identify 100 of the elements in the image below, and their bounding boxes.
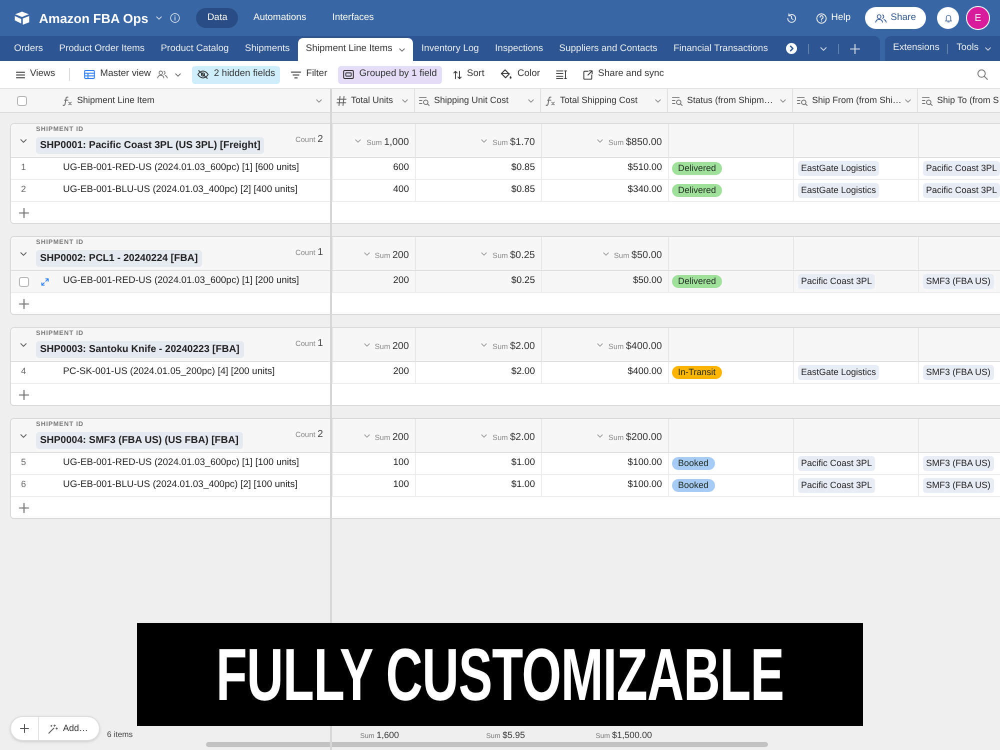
sort-icon bbox=[452, 70, 462, 80]
caret-icon[interactable] bbox=[20, 434, 27, 438]
extensions-button[interactable]: Extensions bbox=[885, 41, 948, 56]
tab[interactable]: Suppliers and Contacts bbox=[551, 38, 666, 61]
history-icon[interactable] bbox=[786, 12, 798, 24]
share-button[interactable]: Share bbox=[864, 7, 926, 29]
linked-record-tag: EastGate Logistics bbox=[798, 183, 880, 198]
color-button[interactable]: Color bbox=[495, 66, 546, 84]
caret-icon[interactable] bbox=[780, 98, 786, 102]
tab[interactable]: Product Catalog bbox=[152, 38, 237, 61]
share-view-button[interactable]: Share and sync bbox=[578, 66, 670, 84]
caret-icon[interactable] bbox=[20, 342, 27, 346]
caret-icon[interactable] bbox=[316, 98, 322, 102]
linked-record-tag: Pacific Coast 3PL bbox=[923, 161, 1000, 176]
tab[interactable]: Financial Transactions bbox=[665, 38, 776, 61]
caret-icon[interactable] bbox=[402, 98, 408, 102]
status-tag: Booked bbox=[672, 457, 715, 470]
caret-icon[interactable] bbox=[20, 252, 27, 256]
search-icon[interactable] bbox=[977, 69, 988, 80]
column-header[interactable]: Ship From (from Shi… bbox=[792, 89, 917, 112]
column-header[interactable]: Shipment Line Item bbox=[62, 89, 331, 112]
tab[interactable]: Inventory Log bbox=[413, 38, 487, 61]
column-header[interactable]: Ship To (from S bbox=[917, 89, 1000, 112]
caret-icon[interactable] bbox=[905, 98, 911, 102]
formula-icon bbox=[545, 96, 556, 106]
help-button[interactable]: Help bbox=[816, 10, 851, 26]
row-checkbox[interactable] bbox=[19, 276, 29, 286]
plus-icon[interactable] bbox=[19, 390, 29, 400]
people-icon bbox=[156, 70, 168, 79]
caret-icon[interactable] bbox=[528, 98, 534, 102]
linked-record-tag: EastGate Logistics bbox=[798, 161, 880, 176]
status-tag: Delivered bbox=[672, 275, 722, 288]
table-cell-text: $100.00 bbox=[628, 456, 662, 470]
lookup-icon bbox=[797, 96, 808, 106]
table-cell-text: UG-EB-001-BLU-US (2024.01.03_400pc) [2] [400 units] bbox=[62, 183, 298, 198]
banner-text: FULLY CUSTOMIZABLE bbox=[216, 638, 784, 712]
status-tag: In-Transit bbox=[672, 366, 722, 379]
bell-icon bbox=[944, 13, 952, 23]
table-cell-text: $400.00 bbox=[628, 365, 662, 380]
plus-icon[interactable] bbox=[19, 502, 29, 512]
table-cell-text: UG-EB-001-RED-US (2024.01.03_600pc) [1] [600 units] bbox=[62, 161, 300, 176]
table-cell-text: UG-EB-001-RED-US (2024.01.03_600pc) [1] [200 units] bbox=[62, 274, 300, 288]
table-cell-text: 100 bbox=[393, 456, 409, 470]
table-cell-text: PC-SK-001-US (2024.01.05_200pc) [4] [200 units] bbox=[62, 365, 275, 380]
row-number: 5 bbox=[21, 457, 26, 468]
tools-button[interactable]: Tools bbox=[948, 41, 999, 56]
tab[interactable]: Shipments bbox=[236, 38, 298, 61]
table-cell-text: UG-EB-001-RED-US (2024.01.03_600pc) [1] [100 units] bbox=[62, 456, 300, 470]
linked-record-tag: SMF3 (FBA US) bbox=[923, 365, 994, 380]
filter-icon bbox=[291, 70, 302, 78]
tab[interactable]: Orders bbox=[6, 38, 52, 61]
group-icon bbox=[343, 70, 354, 79]
view-switcher[interactable]: Master view bbox=[79, 66, 186, 84]
add-button[interactable]: Add… bbox=[39, 717, 100, 740]
plus-icon[interactable] bbox=[19, 208, 29, 218]
table-cell-text: $340.00 bbox=[628, 183, 662, 198]
tab[interactable]: Product Order Items bbox=[51, 38, 153, 61]
notifications-button[interactable] bbox=[937, 7, 959, 29]
table-cell-text: $2.00 bbox=[511, 365, 535, 380]
column-header[interactable]: Total Shipping Cost bbox=[540, 89, 667, 112]
linked-record-tag: Pacific Coast 3PL bbox=[798, 456, 876, 471]
row-height-icon bbox=[556, 70, 568, 79]
group-button[interactable]: Grouped by 1 field bbox=[338, 66, 442, 84]
nav-tab[interactable]: Interfaces bbox=[321, 8, 385, 28]
nav-tab[interactable]: Data bbox=[196, 8, 238, 28]
base-name[interactable]: Amazon FBA Ops bbox=[39, 12, 148, 24]
formula-icon bbox=[62, 96, 73, 106]
table-cell-text: $0.25 bbox=[511, 274, 535, 288]
lookup-icon bbox=[672, 96, 683, 106]
row-number: 6 bbox=[21, 479, 26, 490]
views-button[interactable]: Views bbox=[11, 66, 60, 84]
table-cell-text: $510.00 bbox=[628, 161, 662, 176]
table-cell-text: UG-EB-001-BLU-US (2024.01.03_400pc) [2] [100 units] bbox=[62, 478, 298, 492]
linked-record-tag: SMF3 (FBA US) bbox=[923, 274, 994, 289]
filter-button[interactable]: Filter bbox=[286, 66, 332, 84]
lookup-icon bbox=[922, 96, 933, 106]
table-cell-text: 600 bbox=[393, 161, 409, 176]
tab[interactable]: Shipment Line Items bbox=[298, 38, 414, 61]
caret-icon[interactable] bbox=[399, 48, 406, 52]
expand-icon[interactable] bbox=[41, 278, 49, 286]
tab[interactable]: Inspections bbox=[487, 38, 552, 61]
row-number: 1 bbox=[21, 162, 26, 172]
linked-record-tag: Pacific Coast 3PL bbox=[798, 478, 876, 493]
nav-tab[interactable]: Automations bbox=[242, 8, 318, 28]
caret-icon[interactable] bbox=[20, 138, 27, 142]
info-icon[interactable] bbox=[170, 13, 180, 23]
column-header[interactable]: Status (from Shipm… bbox=[667, 89, 792, 112]
scrollbar[interactable] bbox=[206, 742, 768, 747]
table-cell-text: $1.00 bbox=[511, 456, 535, 470]
sort-button[interactable]: Sort bbox=[448, 66, 490, 84]
menu-icon bbox=[16, 70, 25, 78]
more-tabs-icon[interactable] bbox=[786, 43, 797, 54]
avatar[interactable]: E bbox=[966, 6, 990, 30]
column-header[interactable]: Shipping Unit Cost bbox=[414, 89, 540, 112]
table-cell-text: 100 bbox=[393, 478, 409, 492]
caret-icon[interactable] bbox=[655, 98, 661, 102]
item-count: 6 items bbox=[107, 729, 133, 741]
select-all-checkbox[interactable] bbox=[17, 96, 27, 106]
plus-icon[interactable] bbox=[19, 298, 29, 308]
hide-fields-button[interactable]: 2 hidden fields bbox=[192, 66, 280, 84]
